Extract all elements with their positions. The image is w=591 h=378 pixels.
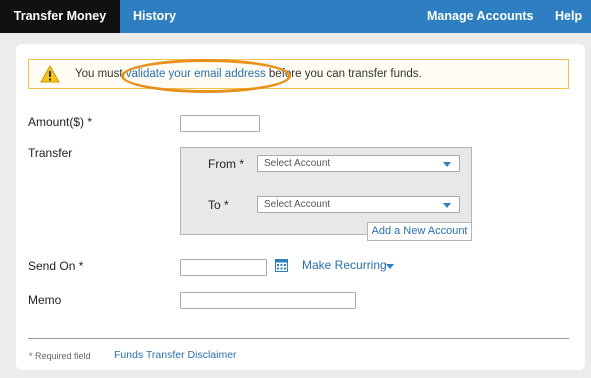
from-select-value: Select Account [264, 158, 331, 169]
tab-manage-accounts[interactable]: Manage Accounts [427, 0, 534, 33]
from-label: From * [208, 157, 244, 171]
alert-suffix: before you can transfer funds. [265, 68, 422, 80]
amount-label: Amount($) * [28, 115, 93, 129]
to-account-select[interactable]: Select Account [257, 196, 460, 213]
make-recurring-link[interactable]: Make Recurring [302, 258, 387, 272]
transfer-panel: You must validate your email address bef… [16, 44, 585, 370]
send-on-label: Send On * [28, 259, 84, 273]
tab-transfer-money[interactable]: Transfer Money [0, 0, 120, 33]
from-account-select[interactable]: Select Account [257, 155, 460, 172]
memo-input[interactable] [180, 292, 356, 309]
alert-prefix: You must [75, 68, 126, 80]
to-select-value: Select Account [264, 199, 331, 210]
chevron-down-icon [443, 162, 451, 167]
calendar-icon[interactable] [275, 259, 288, 272]
required-field-note: * Required field [29, 351, 91, 361]
tab-help[interactable]: Help [555, 0, 582, 33]
chevron-down-icon [443, 203, 451, 208]
warning-icon [40, 65, 60, 83]
transfer-label: Transfer [28, 146, 73, 160]
chevron-down-icon[interactable] [386, 264, 394, 269]
footer-divider [28, 338, 569, 339]
tab-history[interactable]: History [133, 0, 176, 33]
validate-email-link[interactable]: validate your email address [126, 68, 266, 80]
top-nav: Transfer Money History Manage Accounts H… [0, 0, 591, 33]
alert-message: You must validate your email address bef… [75, 68, 422, 80]
send-on-date-input[interactable] [180, 259, 267, 276]
add-new-account-button[interactable]: Add a New Account [367, 222, 472, 241]
memo-label: Memo [28, 293, 62, 307]
amount-input[interactable] [180, 115, 260, 132]
to-label: To * [208, 198, 229, 212]
funds-transfer-disclaimer-link[interactable]: Funds Transfer Disclaimer [114, 349, 237, 361]
email-validation-alert: You must validate your email address bef… [28, 59, 569, 93]
